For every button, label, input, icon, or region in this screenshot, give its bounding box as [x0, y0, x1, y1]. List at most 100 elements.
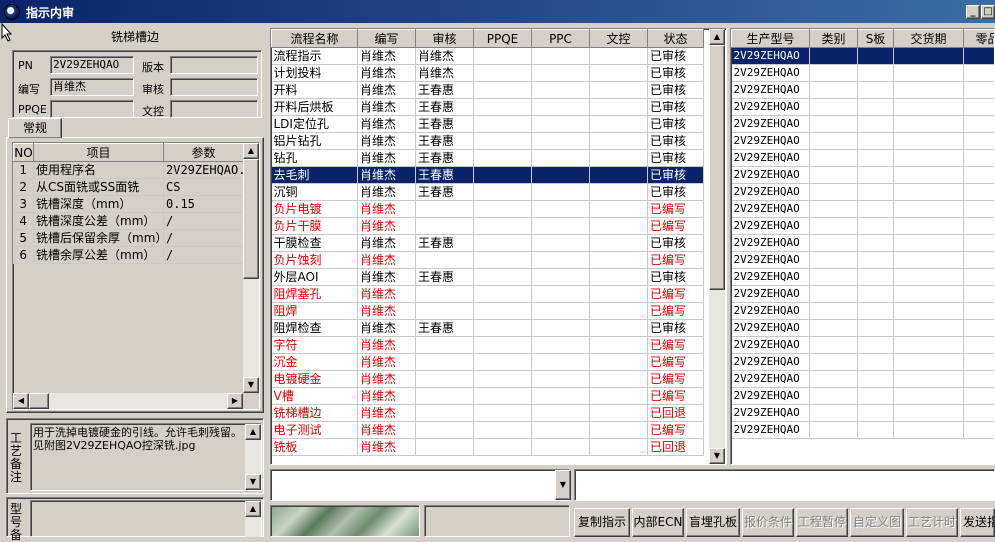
flow-row[interactable]: 阻焊检查肖维杰王春惠已审核 [272, 320, 704, 337]
flow-ppqe-cell[interactable] [474, 48, 532, 65]
hscroll-thumb[interactable] [29, 393, 49, 409]
flow-status-cell[interactable]: 已编写 [648, 354, 704, 371]
model-category-cell[interactable] [810, 252, 858, 269]
model-sboard-cell[interactable] [858, 150, 894, 167]
model-delivery-cell[interactable] [894, 388, 964, 405]
flow-writer-cell[interactable]: 肖维杰 [358, 48, 416, 65]
flow-row[interactable]: 铣梯槽边肖维杰已回退 [272, 405, 704, 422]
flow-reviewer-cell[interactable]: 王春惠 [416, 184, 474, 201]
flow-status-cell[interactable]: 已编写 [648, 388, 704, 405]
model-parts-cell[interactable] [964, 65, 995, 82]
note-scroll-down-icon[interactable]: ▼ [245, 474, 261, 490]
note-vscrollbar[interactable]: ▲ ▼ [245, 424, 261, 490]
flow-reviewer-cell[interactable]: 王春惠 [416, 133, 474, 150]
param-item-cell[interactable]: 铣槽深度（mm） [34, 196, 164, 213]
model-delivery-cell[interactable] [894, 218, 964, 235]
param-row[interactable]: 1使用程序名2V29ZEHQAO.RO [14, 162, 244, 179]
model-delivery-cell[interactable] [894, 99, 964, 116]
model-name-cell[interactable]: 2V29ZEHQAO [732, 99, 810, 116]
flow-name-cell[interactable]: 铝片钻孔 [272, 133, 358, 150]
process-note-text[interactable]: 用于洗掉电镀硬金的引线。允许毛刺残留。 见附图2V29ZEHQAO控深铣.jpg [30, 423, 262, 491]
model-name-cell[interactable]: 2V29ZEHQAO [732, 133, 810, 150]
flow-status-cell[interactable]: 已审核 [648, 82, 704, 99]
model-parts-cell[interactable] [964, 201, 995, 218]
flow-scroll-thumb[interactable] [709, 45, 725, 290]
param-value-cell[interactable]: 2V29ZEHQAO.RO [164, 162, 244, 179]
model-row[interactable]: 2V29ZEHQAO [732, 320, 995, 337]
flow-ppqe-cell[interactable] [474, 439, 532, 456]
model-row[interactable]: 2V29ZEHQAO [732, 116, 995, 133]
model-delivery-cell[interactable] [894, 116, 964, 133]
flow-name-cell[interactable]: 阻焊检查 [272, 320, 358, 337]
flow-status-cell[interactable]: 已回退 [648, 439, 704, 456]
param-no-cell[interactable]: 5 [14, 230, 34, 247]
model-delivery-cell[interactable] [894, 150, 964, 167]
flow-ppc-cell[interactable] [532, 65, 590, 82]
model-sboard-cell[interactable] [858, 99, 894, 116]
flow-writer-cell[interactable]: 肖维杰 [358, 354, 416, 371]
param-item-cell[interactable]: 铣槽余厚公差（mm） [34, 247, 164, 264]
model-category-cell[interactable] [810, 150, 858, 167]
flow-writer-cell[interactable]: 肖维杰 [358, 150, 416, 167]
model-sboard-cell[interactable] [858, 116, 894, 133]
model-delivery-cell[interactable] [894, 201, 964, 218]
flow-reviewer-cell[interactable] [416, 286, 474, 303]
flow-reviewer-cell[interactable]: 王春惠 [416, 82, 474, 99]
engineering-pause-button[interactable]: 工程暂停 [796, 508, 848, 537]
model-sboard-cell[interactable] [858, 218, 894, 235]
flow-ppqe-cell[interactable] [474, 99, 532, 116]
flow-doc-control-cell[interactable] [590, 82, 648, 99]
flow-status-cell[interactable]: 已编写 [648, 303, 704, 320]
flow-writer-cell[interactable]: 肖维杰 [358, 218, 416, 235]
model-parts-cell[interactable] [964, 167, 995, 184]
flow-name-cell[interactable]: 流程指示 [272, 48, 358, 65]
flow-doc-control-cell[interactable] [590, 167, 648, 184]
flow-name-cell[interactable]: 外层AOI [272, 269, 358, 286]
flow-writer-cell[interactable]: 肖维杰 [358, 371, 416, 388]
model-parts-cell[interactable] [964, 252, 995, 269]
flow-status-cell[interactable]: 已审核 [648, 150, 704, 167]
param-row[interactable]: 4铣槽深度公差（mm）/ [14, 213, 244, 230]
flow-doc-control-cell[interactable] [590, 269, 648, 286]
model-name-cell[interactable]: 2V29ZEHQAO [732, 422, 810, 439]
flow-status-cell[interactable]: 已审核 [648, 99, 704, 116]
param-col-no[interactable]: NO [14, 144, 34, 162]
flow-vscrollbar[interactable]: ▲ ▼ [709, 29, 725, 464]
flow-ppqe-cell[interactable] [474, 371, 532, 388]
model-delivery-cell[interactable] [894, 405, 964, 422]
flow-name-cell[interactable]: 铣板 [272, 439, 358, 456]
flow-reviewer-cell[interactable] [416, 354, 474, 371]
flow-reviewer-cell[interactable] [416, 337, 474, 354]
flow-name-cell[interactable]: 阻焊塞孔 [272, 286, 358, 303]
flow-status-cell[interactable]: 已回退 [648, 405, 704, 422]
flow-writer-cell[interactable]: 肖维杰 [358, 439, 416, 456]
flow-ppc-cell[interactable] [532, 82, 590, 99]
flow-ppqe-cell[interactable] [474, 65, 532, 82]
flow-status-cell[interactable]: 已编写 [648, 371, 704, 388]
flow-ppqe-cell[interactable] [474, 252, 532, 269]
custom-image-button[interactable]: 自定义图 [850, 508, 904, 537]
flow-reviewer-cell[interactable] [416, 218, 474, 235]
model-category-cell[interactable] [810, 405, 858, 422]
tab-general[interactable]: 常规 [8, 118, 62, 138]
flow-doc-control-cell[interactable] [590, 184, 648, 201]
model-category-cell[interactable] [810, 235, 858, 252]
flow-name-cell[interactable]: 开料后烘板 [272, 99, 358, 116]
model-category-cell[interactable] [810, 337, 858, 354]
flow-ppqe-cell[interactable] [474, 218, 532, 235]
model-parts-cell[interactable] [964, 150, 995, 167]
model-sboard-cell[interactable] [858, 252, 894, 269]
model-delivery-cell[interactable] [894, 303, 964, 320]
flow-doc-control-cell[interactable] [590, 371, 648, 388]
model-category-cell[interactable] [810, 184, 858, 201]
flow-status-cell[interactable]: 已审核 [648, 116, 704, 133]
param-no-cell[interactable]: 1 [14, 162, 34, 179]
param-row[interactable]: 2从CS面铣或SS面铣CS [14, 179, 244, 196]
flow-ppc-cell[interactable] [532, 354, 590, 371]
send-button[interactable]: 发送指 [960, 508, 995, 537]
model-scroll-up-icon[interactable]: ▲ [245, 501, 261, 517]
flow-writer-cell[interactable]: 肖维杰 [358, 133, 416, 150]
flow-row[interactable]: 阻焊塞孔肖维杰已编写 [272, 286, 704, 303]
model-category-cell[interactable] [810, 133, 858, 150]
flow-row[interactable]: 负片干膜肖维杰已编写 [272, 218, 704, 235]
